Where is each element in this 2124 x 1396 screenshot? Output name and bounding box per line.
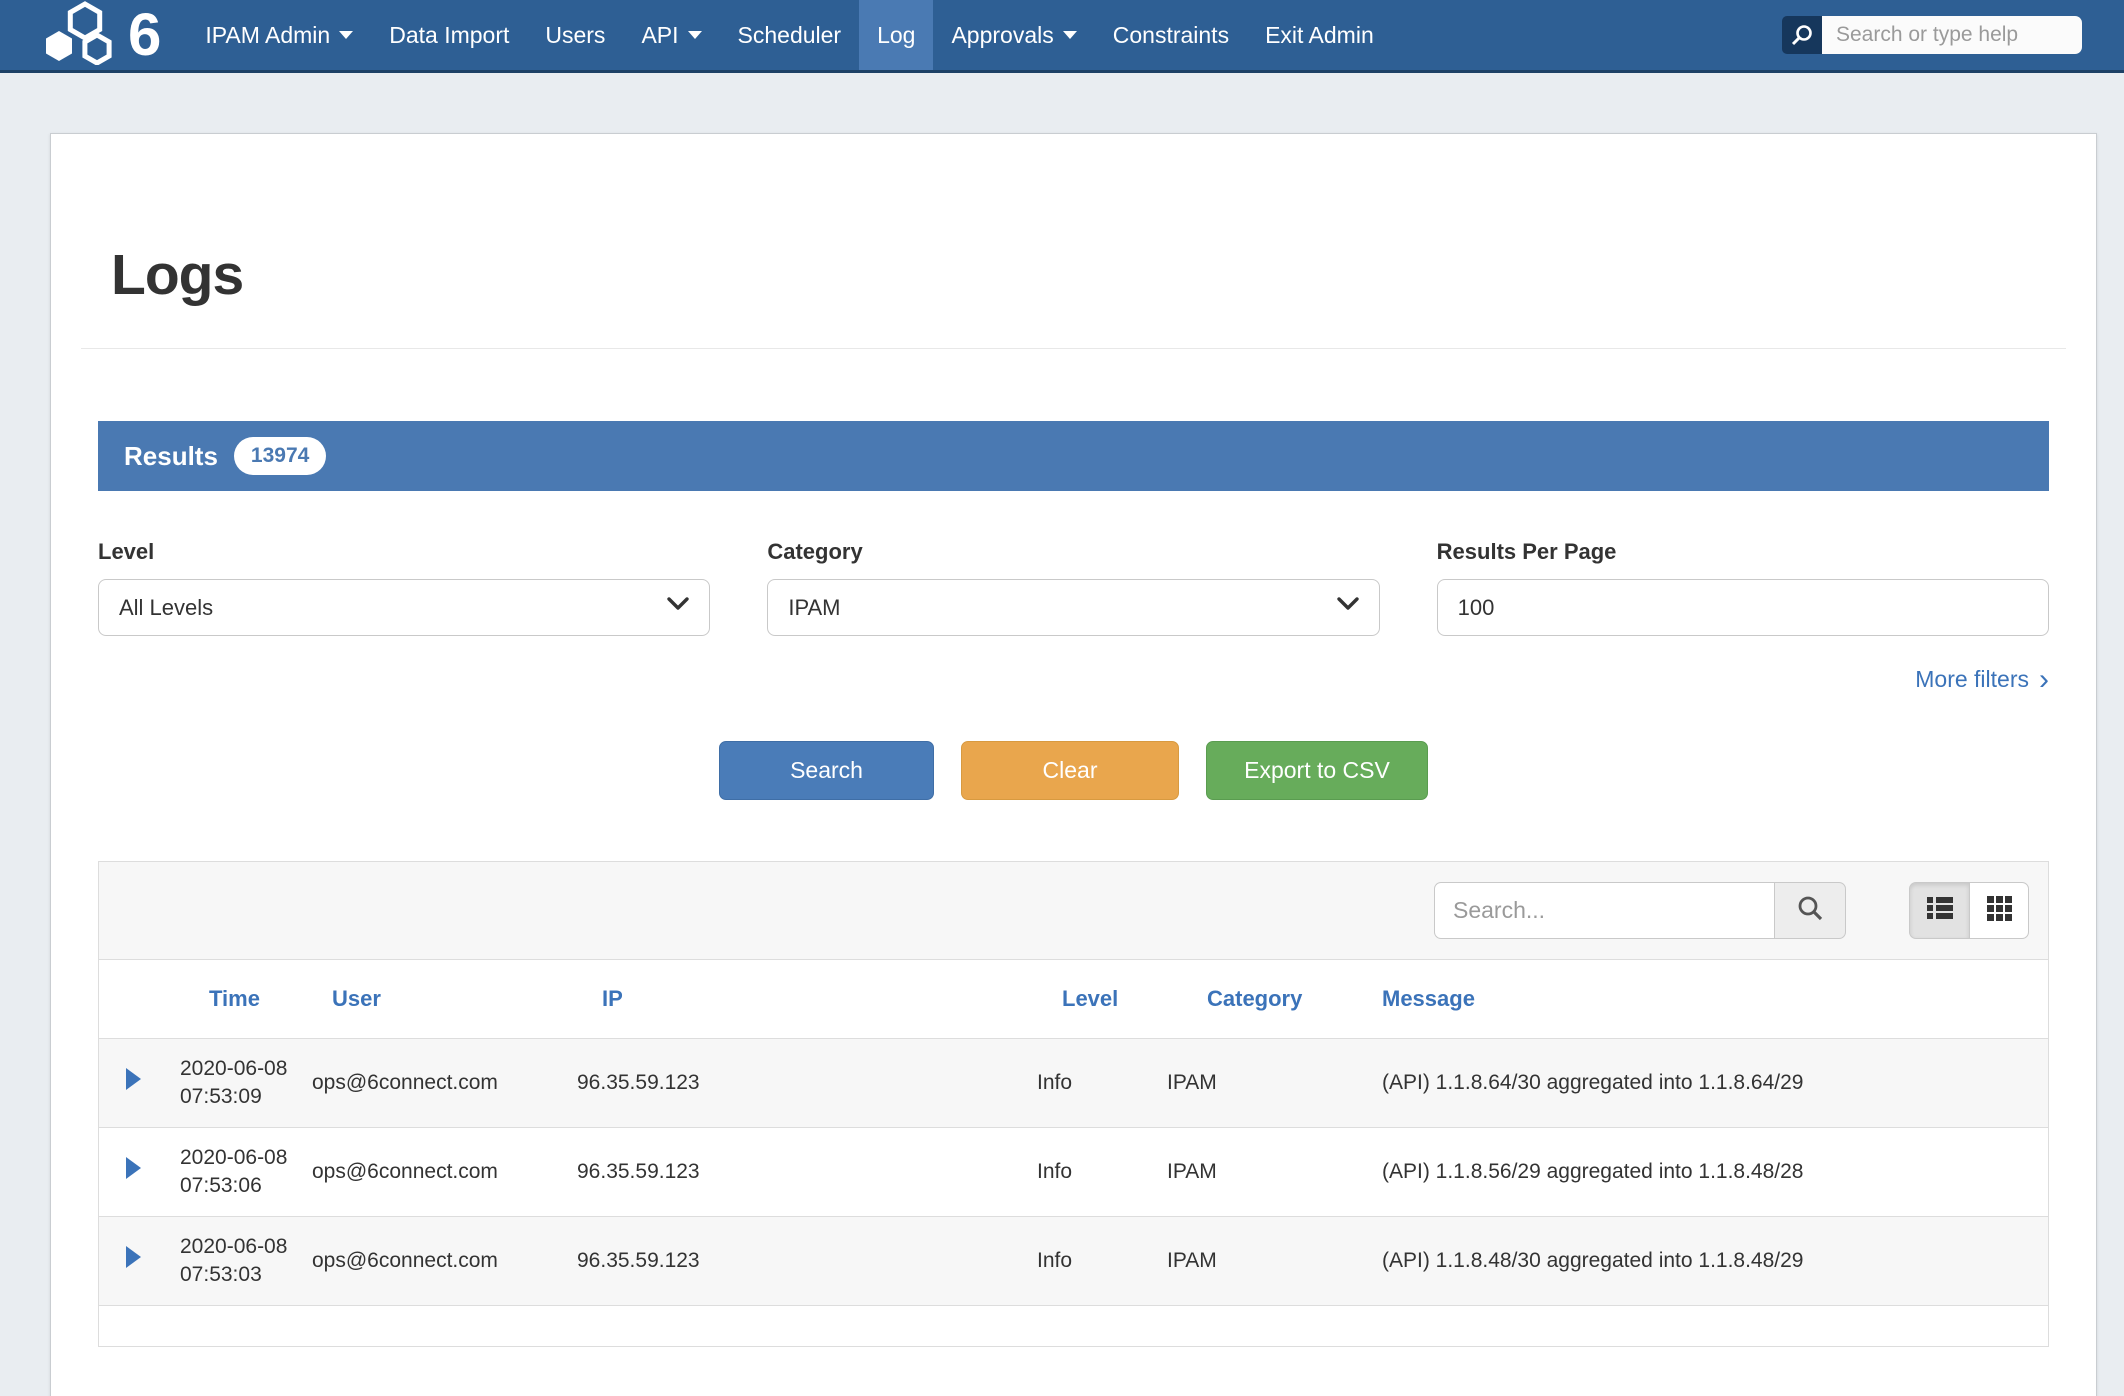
title-divider — [81, 348, 2066, 349]
chevron-down-icon — [339, 31, 353, 39]
cell-user: ops@6connect.com — [302, 1128, 547, 1217]
list-view-icon — [1926, 895, 1954, 926]
search-icon — [1796, 894, 1824, 927]
content-card: Logs Results 13974 Level All Levels — [50, 133, 2097, 1396]
table-header-row: Time User IP Level Category Message — [99, 960, 2048, 1039]
cell-user: ops@6connect.com — [302, 1039, 547, 1128]
expand-row-icon[interactable] — [126, 1068, 141, 1090]
cell-category: IPAM — [1167, 1039, 1327, 1128]
hexagon-logo-icon — [44, 1, 124, 70]
page-title: Logs — [111, 242, 2066, 308]
expand-row-icon[interactable] — [126, 1246, 141, 1268]
top-navbar: 6 IPAM Admin Data Import Users API Sched… — [0, 0, 2124, 73]
partial-next-row — [99, 1306, 2048, 1346]
view-toggle — [1909, 882, 2029, 939]
log-table: Time User IP Level Category Message 2020… — [99, 960, 2048, 1306]
global-search-input[interactable] — [1822, 16, 2082, 54]
table-row: 2020-06-08 07:53:06 ops@6connect.com 96.… — [99, 1128, 2048, 1217]
clear-button[interactable]: Clear — [961, 741, 1179, 800]
global-search — [1782, 0, 2082, 70]
filters-row: Level All Levels Category IPAM — [98, 539, 2049, 636]
table-row: 2020-06-08 07:53:03 ops@6connect.com 96.… — [99, 1217, 2048, 1306]
cell-ip: 96.35.59.123 — [547, 1217, 1037, 1306]
chevron-right-icon: › — [2039, 670, 2049, 690]
log-table-panel: Time User IP Level Category Message 2020… — [98, 861, 2049, 1347]
header-user[interactable]: User — [302, 960, 547, 1039]
cell-category: IPAM — [1167, 1217, 1327, 1306]
cell-message: (API) 1.1.8.56/29 aggregated into 1.1.8.… — [1327, 1128, 2048, 1217]
cell-time: 2020-06-08 07:53:03 — [167, 1217, 302, 1306]
cell-ip: 96.35.59.123 — [547, 1128, 1037, 1217]
header-level[interactable]: Level — [1037, 960, 1167, 1039]
header-ip[interactable]: IP — [547, 960, 1037, 1039]
table-search-input[interactable] — [1434, 882, 1774, 939]
chevron-down-icon — [688, 31, 702, 39]
table-row: 2020-06-08 07:53:09 ops@6connect.com 96.… — [99, 1039, 2048, 1128]
nav-item-ipam-admin[interactable]: IPAM Admin — [187, 0, 371, 70]
grid-view-button[interactable] — [1969, 882, 2029, 939]
cell-ip: 96.35.59.123 — [547, 1039, 1037, 1128]
nav-item-api[interactable]: API — [623, 0, 719, 70]
nav-menu: IPAM Admin Data Import Users API Schedul… — [187, 0, 1391, 70]
header-time[interactable]: Time — [167, 960, 302, 1039]
category-label: Category — [767, 539, 1379, 565]
header-message[interactable]: Message — [1327, 960, 2048, 1039]
cell-user: ops@6connect.com — [302, 1217, 547, 1306]
cell-message: (API) 1.1.8.64/30 aggregated into 1.1.8.… — [1327, 1039, 2048, 1128]
6connect-logo[interactable]: 6 — [44, 0, 161, 70]
search-button[interactable]: Search — [719, 741, 934, 800]
nav-item-data-import[interactable]: Data Import — [371, 0, 527, 70]
export-csv-button[interactable]: Export to CSV — [1206, 741, 1428, 800]
filter-level: Level All Levels — [98, 539, 710, 636]
cell-level: Info — [1037, 1039, 1167, 1128]
per-page-input[interactable] — [1437, 579, 2049, 636]
table-search-button[interactable] — [1774, 882, 1846, 939]
level-select[interactable]: All Levels — [98, 579, 710, 636]
level-label: Level — [98, 539, 710, 565]
cell-level: Info — [1037, 1217, 1167, 1306]
header-category[interactable]: Category — [1167, 960, 1327, 1039]
nav-item-exit-admin[interactable]: Exit Admin — [1247, 0, 1392, 70]
results-header-bar: Results 13974 — [98, 421, 2049, 491]
chevron-down-icon — [1063, 31, 1077, 39]
cell-time: 2020-06-08 07:53:06 — [167, 1128, 302, 1217]
nav-item-scheduler[interactable]: Scheduler — [720, 0, 860, 70]
table-search — [1434, 882, 1846, 939]
search-icon[interactable] — [1782, 16, 1822, 54]
cell-message: (API) 1.1.8.48/30 aggregated into 1.1.8.… — [1327, 1217, 2048, 1306]
cell-level: Info — [1037, 1128, 1167, 1217]
list-view-button[interactable] — [1909, 882, 1969, 939]
results-count-badge: 13974 — [234, 437, 326, 475]
per-page-label: Results Per Page — [1437, 539, 2049, 565]
nav-item-users[interactable]: Users — [527, 0, 623, 70]
brand-number: 6 — [128, 5, 161, 65]
filter-category: Category IPAM — [767, 539, 1379, 636]
more-filters-link[interactable]: More filters › — [1915, 666, 2049, 693]
grid-view-icon — [1986, 895, 2012, 926]
nav-item-log[interactable]: Log — [859, 0, 933, 70]
expand-row-icon[interactable] — [126, 1157, 141, 1179]
cell-time: 2020-06-08 07:53:09 — [167, 1039, 302, 1128]
filter-per-page: Results Per Page — [1437, 539, 2049, 636]
cell-category: IPAM — [1167, 1128, 1327, 1217]
results-title: Results — [124, 441, 218, 472]
nav-item-approvals[interactable]: Approvals — [933, 0, 1094, 70]
action-buttons: Search Clear Export to CSV — [98, 741, 2049, 800]
category-select[interactable]: IPAM — [767, 579, 1379, 636]
nav-item-constraints[interactable]: Constraints — [1095, 0, 1247, 70]
table-toolbar — [99, 862, 2048, 960]
